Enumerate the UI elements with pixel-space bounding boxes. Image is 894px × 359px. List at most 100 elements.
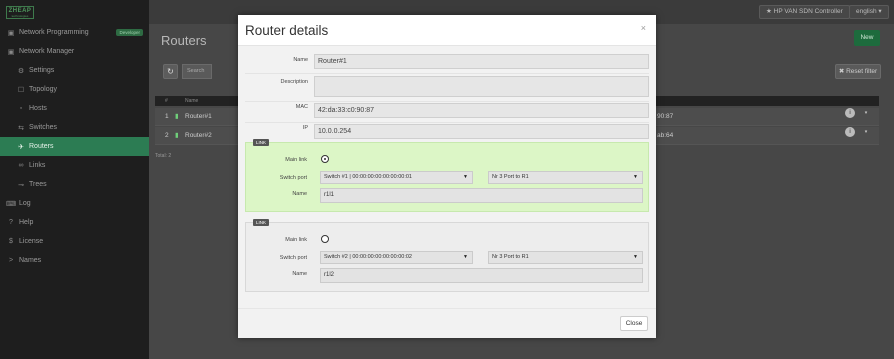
sidebar-item-label: Links [29, 162, 46, 169]
license-icon: $ [9, 238, 13, 245]
ip-field[interactable]: 10.0.0.254 [314, 124, 649, 139]
chevron-down-icon: ▼ [633, 174, 638, 180]
sidebar-item-label: Settings [29, 67, 55, 74]
sidebar-item-routers[interactable]: ✈ Routers [0, 137, 149, 156]
main-link-label: Main link [285, 157, 307, 163]
controller-button[interactable]: ★ HP VAN SDN Controller [759, 5, 850, 19]
sidebar-item-label: Routers [29, 143, 54, 150]
sidebar-item-help[interactable]: ? Help [0, 213, 149, 232]
sidebar-item-topology[interactable]: ☐ Topology [0, 80, 149, 99]
names-icon: > [8, 257, 14, 264]
router-icon: ▮ [175, 113, 179, 120]
modal-title: Router details [245, 23, 329, 38]
port-select[interactable]: Nr 3 Port to R1 ▼ [488, 251, 643, 264]
caret-down-icon[interactable]: ▾ [861, 108, 871, 118]
row-index: 2 [165, 132, 169, 139]
close-button[interactable]: Close [620, 316, 648, 331]
main-link-radio[interactable] [321, 235, 329, 243]
router-icon: ▮ [175, 132, 179, 139]
mac-field[interactable]: 42:da:33:c0:90:87 [314, 103, 649, 118]
router-icon: ✈ [18, 143, 24, 151]
row-index: 1 [165, 113, 169, 120]
info-icon[interactable]: i [845, 108, 855, 118]
switch-select[interactable]: Switch #1 | 00:00:00:00:00:00:00:01 ▼ [320, 171, 473, 184]
topology-icon: ☐ [17, 86, 25, 94]
log-icon: ⌨ [6, 200, 17, 208]
gear-icon: ⚙ [17, 67, 25, 75]
sidebar-item-label: Log [19, 200, 31, 207]
network-icon: ▣ [7, 48, 15, 56]
switch-port-label: Switch port [279, 255, 307, 261]
language-dropdown[interactable]: english ▾ [849, 5, 889, 19]
sidebar-item-label: Network Programming [19, 29, 89, 36]
switch-port-label: Switch port [279, 175, 307, 181]
help-icon: ? [9, 219, 13, 226]
row-mac: 90:87 [657, 113, 674, 120]
link-name-field[interactable]: r1l2 [320, 268, 643, 283]
sidebar-item-label: License [19, 238, 44, 245]
sidebar-item-label: Trees [29, 181, 47, 188]
info-icon[interactable]: i [845, 127, 855, 137]
sidebar-item-links[interactable]: ∞ Links [0, 156, 149, 175]
link-icon: ∞ [18, 162, 24, 169]
switch-select[interactable]: Switch #2 | 00:00:00:00:00:00:00:02 ▼ [320, 251, 473, 264]
router-details-modal: Router details × Name Router#1 Descripti… [238, 15, 656, 338]
table-total: Total: 2 [155, 153, 172, 159]
close-icon: ✖ [838, 68, 845, 75]
link-tag: LINK [253, 219, 270, 226]
code-icon: ▣ [7, 29, 15, 37]
developer-badge: Developer [116, 29, 143, 36]
description-field[interactable] [314, 76, 649, 97]
refresh-button[interactable]: ↻ [163, 64, 178, 79]
refresh-icon: ↻ [167, 67, 174, 76]
sidebar-item-settings[interactable]: ⚙ Settings [0, 61, 149, 80]
close-icon[interactable]: × [641, 23, 646, 33]
sidebar-item-license[interactable]: $ License [0, 232, 149, 251]
star-icon: ★ [766, 8, 772, 15]
search-input[interactable]: Search [182, 64, 212, 79]
page-title: Routers [161, 33, 207, 48]
mac-label: MAC [295, 104, 308, 110]
sidebar-item-trees[interactable]: ⊸ Trees [0, 175, 149, 194]
sidebar-item-label: Switches [29, 124, 58, 131]
name-label: Name [293, 57, 308, 63]
caret-down-icon[interactable]: ▾ [861, 127, 871, 137]
row-name: Router#2 [185, 132, 212, 139]
caret-down-icon: ▾ [878, 8, 882, 15]
column-header-name: Name [185, 98, 199, 104]
sidebar-item-network-programming[interactable]: ▣ Network Programming Developer [0, 23, 149, 42]
sidebar-nav: ▣ Network Programming Developer ▣ Networ… [0, 23, 149, 270]
sidebar-item-label: Names [19, 257, 42, 264]
row-name: Router#1 [185, 113, 212, 120]
sidebar: ZHEAP technologies ▣ Network Programming… [0, 0, 149, 359]
sidebar-item-network-manager[interactable]: ▣ Network Manager [0, 42, 149, 61]
row-mac: ab:64 [657, 132, 674, 139]
description-label: Description [280, 79, 308, 85]
divider [245, 122, 649, 123]
name-field[interactable]: Router#1 [314, 54, 649, 69]
modal-header: Router details × [238, 15, 656, 46]
link-panel: LINK Main link Switch port Switch #2 | 0… [245, 219, 649, 292]
modal-body: Name Router#1 Description MAC 42:da:33:c… [238, 46, 656, 308]
reset-filter-button[interactable]: ✖ Reset filter [835, 64, 881, 79]
chevron-down-icon: ▼ [633, 254, 638, 260]
main-link-radio[interactable] [321, 155, 329, 163]
link-name-label: Name [292, 271, 307, 277]
sidebar-item-switches[interactable]: ⇆ Switches [0, 118, 149, 137]
main-link-label: Main link [285, 237, 307, 243]
port-select[interactable]: Nr 3 Port to R1 ▼ [488, 171, 643, 184]
sidebar-item-log[interactable]: ⌨ Log [0, 194, 149, 213]
link-panel: LINK Main link Switch port Switch #1 | 0… [245, 139, 649, 212]
link-name-field[interactable]: r1l1 [320, 188, 643, 203]
app-logo: ZHEAP technologies [6, 6, 34, 19]
switch-icon: ⇆ [18, 124, 24, 132]
column-header-index: # [165, 98, 168, 104]
chevron-down-icon: ▼ [463, 254, 468, 260]
ip-label: IP [302, 125, 308, 131]
divider [245, 73, 649, 74]
sidebar-item-label: Topology [29, 86, 58, 93]
new-router-button[interactable]: New [854, 30, 880, 46]
sidebar-item-names[interactable]: > Names [0, 251, 149, 270]
link-tag: LINK [253, 139, 270, 146]
sidebar-item-hosts[interactable]: ▫ Hosts [0, 99, 149, 118]
